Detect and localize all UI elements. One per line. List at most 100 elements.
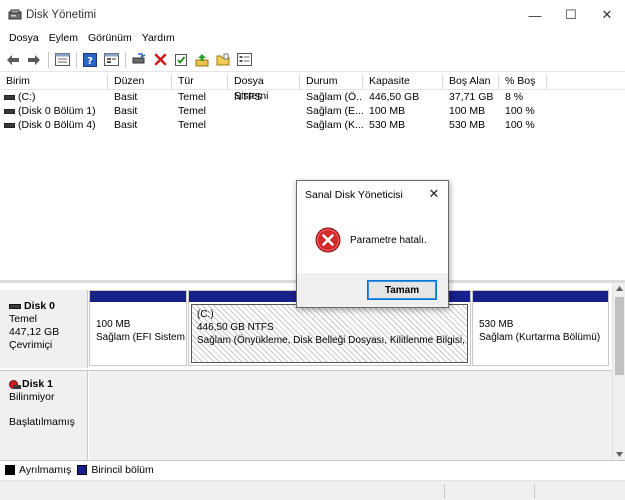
close-button[interactable]: ✕ [589,0,625,30]
legend: Ayrılmamış Birincil bölüm [0,460,625,478]
menu-bar: Dosya Eylem Görünüm Yardım [0,30,625,48]
column-header-dosya-sistemi[interactable]: Dosya Sistemi [228,74,300,102]
error-icon [315,227,341,253]
layout-cell: Basit [114,119,138,131]
partition-header-bar [90,291,186,302]
capacity-cell: 100 MB [369,105,406,117]
check-icon[interactable] [172,51,190,69]
layout-cell: Basit [114,91,138,103]
scrollbar-thumb[interactable] [615,297,624,375]
menu-gorunum[interactable]: Görünüm [83,30,137,48]
disk-1-status: Başlatılmamış [9,416,75,428]
partition-status: Sağlam (Kurtarma Bölümü) [479,332,601,343]
partition-size: 100 MB [96,319,131,330]
filesystem-cell [228,118,300,132]
disk-1-label[interactable]: Disk 1 Bilinmiyor Başlatılmamış [0,371,88,460]
disk-1-row[interactable]: Disk 1 Bilinmiyor Başlatılmamış [0,370,612,460]
table-row[interactable]: (C:) Basit Temel NTFS Sağlam (Ö... 446,5… [0,90,625,104]
maximize-icon: ☐ [565,7,577,22]
filesystem-cell [228,104,300,118]
scroll-up-icon[interactable] [616,286,623,291]
help-icon[interactable]: ? [81,51,99,69]
disk-1-type: Bilinmiyor [9,391,55,403]
back-arrow-icon[interactable] [4,51,22,69]
type-cell: Temel [178,91,207,103]
menu-dosya[interactable]: Dosya [4,30,44,48]
drive-icon [4,94,15,100]
dialog-close-button[interactable]: ✕ [420,181,448,207]
move-up-icon[interactable] [193,51,211,69]
capacity-cell: 530 MB [369,119,406,131]
error-dialog: Sanal Disk Yöneticisi ✕ Parametre hatalı… [296,180,449,308]
disk-0-size: 447,12 GB [9,326,60,338]
minimize-icon: — [528,7,542,23]
toolbar-separator [48,51,49,68]
maximize-button[interactable]: ☐ [553,0,589,30]
legend-unallocated-label: Ayrılmamış [19,463,72,476]
toolbar-separator [125,51,126,68]
percent-free-cell: 8 % [505,91,524,103]
column-header-duzen[interactable]: Düzen [108,74,172,90]
capacity-cell: 446,50 GB [369,91,420,103]
partition-selected-area: (C:) 446,50 GB NTFS Sağlam (Önyükleme, D… [191,304,468,363]
column-header-tur[interactable]: Tür [172,74,228,90]
dialog-footer: Tamam [297,273,448,307]
column-header-kapasite[interactable]: Kapasite [363,74,443,90]
disk-0-name: Disk 0 [24,300,55,312]
connect-icon[interactable] [130,51,148,69]
scroll-down-icon[interactable] [616,452,623,457]
partition-recovery[interactable]: 530 MB Sağlam (Kurtarma Bölümü) [472,290,609,366]
partition-status: Sağlam (Önyükleme, Disk Belleği Dosyası,… [197,335,467,346]
volume-name-cell: (Disk 0 Bölüm 4) [0,118,108,132]
toolbar-separator [76,51,77,68]
close-icon: ✕ [601,7,613,22]
volume-list: Birim Düzen Tür Dosya Sistemi Durum Kapa… [0,74,625,132]
free-space-cell: 100 MB [449,105,486,117]
type-cell: Temel [178,119,207,131]
percent-free-cell: 100 % [505,105,535,117]
close-icon: ✕ [428,186,440,201]
menu-eylem[interactable]: Eylem [44,30,83,48]
ok-button[interactable]: Tamam [367,280,437,300]
column-header-birim[interactable]: Birim [0,74,108,90]
minimize-button[interactable]: — [517,0,553,30]
list-view-icon[interactable] [102,51,120,69]
disk-1-empty-area [89,371,612,460]
volume-list-header: Birim Düzen Tür Dosya Sistemi Durum Kapa… [0,74,625,102]
disk-icon [9,304,21,309]
primary-partition-swatch [77,464,88,475]
forward-arrow-icon[interactable] [25,51,43,69]
status-bar-divider [534,484,535,498]
drive-icon [4,108,15,114]
partition-header-bar [473,291,608,302]
column-header-durum[interactable]: Durum [300,74,363,90]
menu-yardim[interactable]: Yardım [137,30,180,48]
disk-map-scrollbar[interactable] [612,283,625,460]
settings-list-icon[interactable] [235,51,253,69]
column-header-bos-alan[interactable]: Boş Alan [443,74,499,90]
percent-free-cell: 100 % [505,119,535,131]
legend-primary-label: Birincil bölüm [91,463,154,476]
window-title: Disk Yönetimi [26,9,97,21]
disk-0-label[interactable]: Disk 0 Temel 447,12 GB Çevrimiçi [0,290,88,368]
disk-0-status: Çevrimiçi [9,339,53,351]
status-bar [0,480,625,500]
volume-name: (Disk 0 Bölüm 1) [18,105,96,117]
toolbar: ? [0,48,625,72]
delete-icon[interactable] [151,51,169,69]
properties-view-icon[interactable] [53,51,71,69]
volume-name: (C:) [18,91,36,103]
drive-icon [4,122,15,128]
partition-size: 446,50 GB NTFS [197,322,274,333]
partition-efi[interactable]: 100 MB Sağlam (EFI Sistem Bölümü) [89,290,187,366]
column-header-yuzde-bos[interactable]: % Boş [499,74,547,90]
table-row[interactable]: (Disk 0 Bölüm 1) Basit Temel Sağlam (E..… [0,104,625,118]
table-row[interactable]: (Disk 0 Bölüm 4) Basit Temel Sağlam (K..… [0,118,625,132]
volume-name-cell: (Disk 0 Bölüm 1) [0,104,108,118]
partition-size: 530 MB [479,319,514,330]
open-folder-icon[interactable] [214,51,232,69]
disk-0-type: Temel [9,313,38,325]
dialog-message: Parametre hatalı. [350,235,427,246]
disk-management-icon [8,9,22,20]
disk-1-name: Disk 1 [22,378,53,390]
